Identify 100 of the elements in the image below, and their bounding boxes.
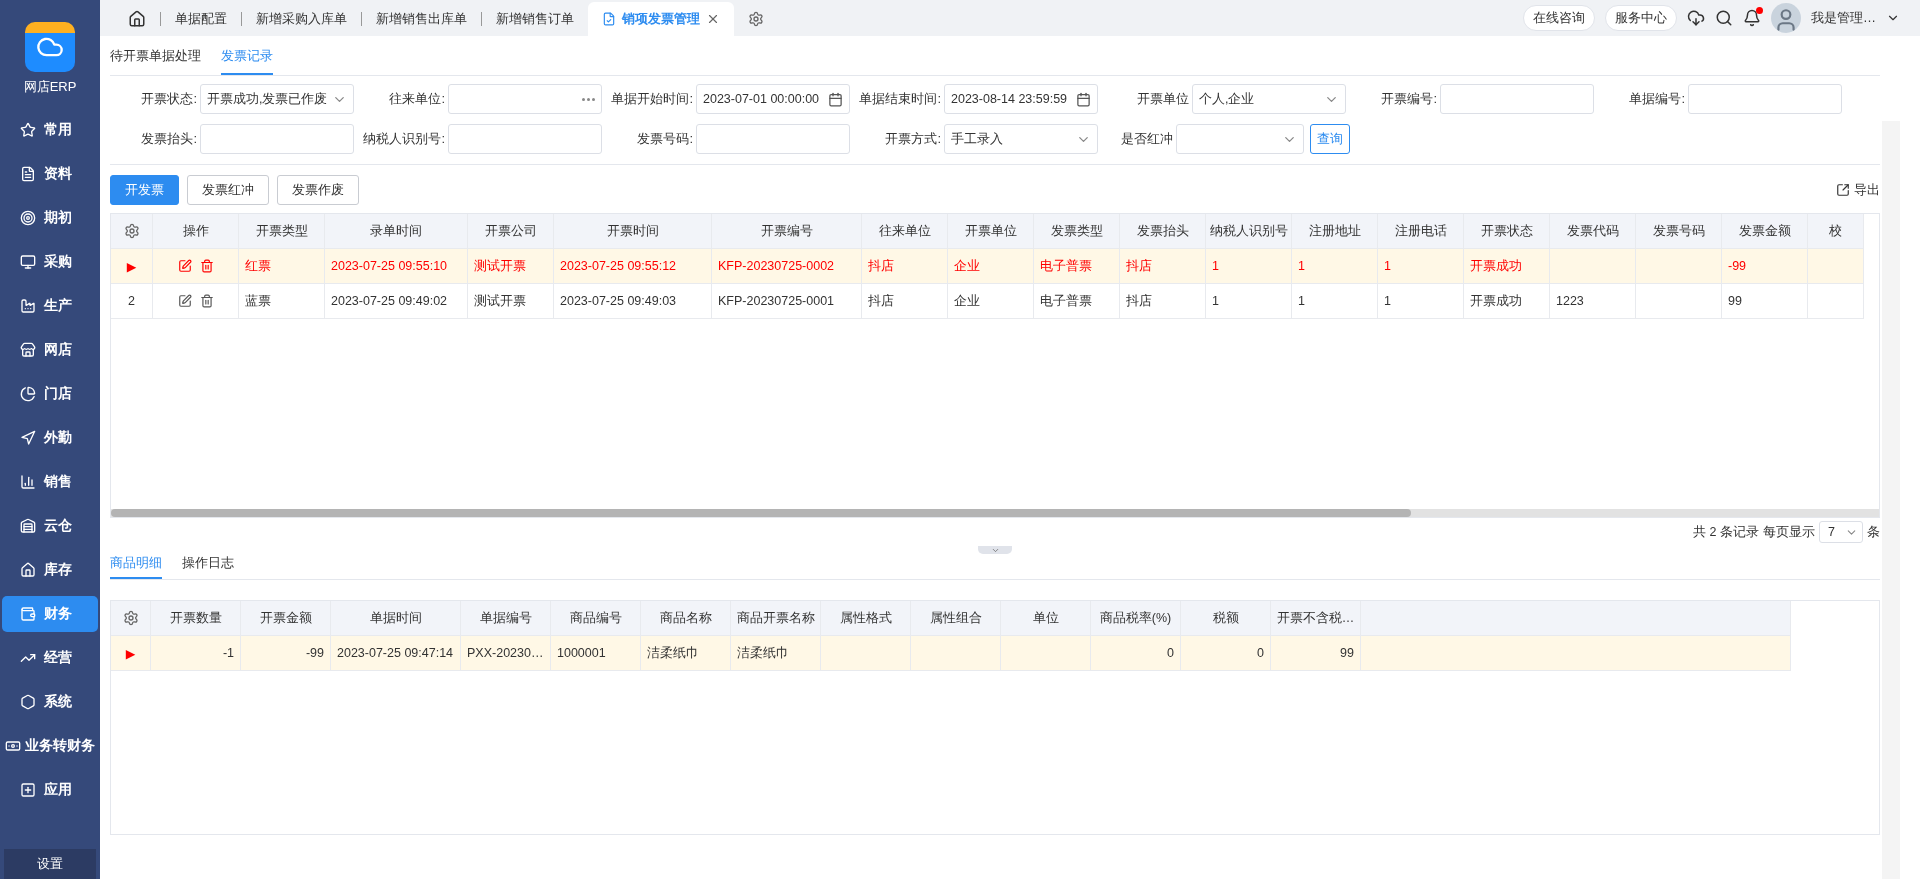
header-cell: 开票单位: [948, 214, 1034, 248]
select-field[interactable]: 个人,企业: [1192, 84, 1346, 114]
query-button[interactable]: 查询: [1309, 124, 1350, 154]
edit-icon[interactable]: [177, 259, 192, 273]
hexagon-icon: [20, 694, 36, 710]
filter-label: 往来单位:: [388, 90, 446, 108]
input-field[interactable]: [200, 124, 354, 154]
header-cell: 发票代码: [1550, 214, 1636, 248]
edit-icon[interactable]: [177, 294, 192, 308]
sub-tab[interactable]: 待开票单据处理: [110, 47, 201, 75]
sidebar-item[interactable]: 常用: [2, 112, 98, 148]
sidebar-item[interactable]: 网店: [2, 332, 98, 368]
search-icon[interactable]: [1715, 9, 1733, 27]
table-cell: KFP-20230725-0001: [712, 284, 862, 318]
header-cell: 发票金额: [1722, 214, 1808, 248]
sidebar-item[interactable]: 采购: [2, 244, 98, 280]
ellipsis-icon: [582, 97, 595, 101]
user-name[interactable]: 我是管理…: [1811, 9, 1876, 27]
sidebar-item[interactable]: 系统: [2, 684, 98, 720]
table-cell: 洁柔纸巾: [641, 636, 731, 670]
table-row[interactable]: ▶ 红票 2023-07-25 09:55:10 测试开票 2023-07-25 09:55:12 KFP-20230725-0002 抖店 企业 电子普票 抖店 1 1 1 开票成功 -99: [111, 249, 1864, 284]
page-tab[interactable]: 新增销售出库单: [362, 2, 481, 36]
input-field[interactable]: [1688, 84, 1842, 114]
page-tab[interactable]: 单据配置: [161, 2, 241, 36]
sidebar-item[interactable]: 库存: [2, 552, 98, 588]
sidebar-item[interactable]: 业务转财务: [2, 728, 98, 764]
header-cell: 纳税人识别号: [1206, 214, 1292, 248]
notification-icon[interactable]: [1743, 9, 1761, 27]
sidebar-item[interactable]: 生产: [2, 288, 98, 324]
header-cell: 属性格式: [821, 601, 911, 635]
select-field[interactable]: [1175, 124, 1304, 154]
action-button[interactable]: 发票作废: [277, 175, 359, 205]
page-size-select[interactable]: 7: [1819, 521, 1863, 543]
input-field[interactable]: [696, 124, 850, 154]
delete-icon[interactable]: [199, 294, 214, 308]
sidebar-item[interactable]: 期初: [2, 200, 98, 236]
table-cell: 测试开票: [468, 249, 554, 283]
input-field[interactable]: [448, 124, 602, 154]
table-cell: 抖店: [862, 249, 948, 283]
input-field[interactable]: [448, 84, 602, 114]
header-cell: 开票金额: [241, 601, 331, 635]
header-cell: 商品名称: [641, 601, 731, 635]
home-icon[interactable]: [128, 10, 146, 28]
table-row[interactable]: ▶ -1 -99 2023-07-25 09:47:14 PXX-20230… 1000001 洁柔纸巾 洁柔纸巾 0 0 99: [111, 636, 1791, 671]
sidebar-item[interactable]: 应用: [2, 772, 98, 808]
export-button[interactable]: 导出: [1836, 181, 1880, 199]
date-field[interactable]: 2023-08-14 23:59:59: [944, 84, 1098, 114]
settings-button[interactable]: 设置: [4, 849, 96, 879]
header-cell: 开票状态: [1464, 214, 1550, 248]
sidebar-item[interactable]: 经营: [2, 640, 98, 676]
detail-tab[interactable]: 操作日志: [182, 554, 234, 579]
detail-tab[interactable]: 商品明细: [110, 554, 162, 579]
table-row[interactable]: 2 蓝票 2023-07-25 09:49:02 测试开票 2023-07-25 09:49:03 KFP-20230725-0001 抖店 企业 电子普票 抖店 1 1 1 开票成功 1223 99: [111, 284, 1864, 319]
document-icon: [602, 12, 616, 26]
table-cell: -99: [241, 636, 331, 670]
table-cell: 开票成功: [1464, 284, 1550, 318]
table-cell: 2: [111, 284, 153, 318]
warehouse-icon: [20, 518, 36, 534]
factory-icon: [20, 298, 36, 314]
sidebar-item[interactable]: 外勤: [2, 420, 98, 456]
table-cell: 蓝票: [239, 284, 325, 318]
settings-icon[interactable]: [123, 223, 140, 239]
close-icon[interactable]: [706, 12, 720, 26]
table-cell: 2023-07-25 09:47:14: [331, 636, 461, 670]
table-cell: 1000001: [551, 636, 641, 670]
sidebar-item[interactable]: 云仓: [2, 508, 98, 544]
table-cell: 企业: [948, 284, 1034, 318]
page-tab[interactable]: 新增采购入库单: [242, 2, 361, 36]
select-field[interactable]: 手工录入: [944, 124, 1098, 154]
input-field[interactable]: [1440, 84, 1594, 114]
header-button[interactable]: 服务中心: [1605, 5, 1677, 31]
banknote-icon: [5, 738, 21, 754]
download-icon[interactable]: [1687, 9, 1705, 27]
document-icon: [20, 166, 36, 182]
sidebar-item[interactable]: 销售: [2, 464, 98, 500]
action-button[interactable]: 发票红冲: [187, 175, 269, 205]
select-field[interactable]: 开票成功,发票已作废: [200, 84, 354, 114]
settings-icon[interactable]: [122, 610, 139, 626]
sub-tab[interactable]: 发票记录: [221, 47, 273, 75]
table-cell: 抖店: [862, 284, 948, 318]
filter-label: 开票编号:: [1380, 90, 1438, 108]
sidebar-item[interactable]: 门店: [2, 376, 98, 412]
table-cell: 洁柔纸巾: [731, 636, 821, 670]
table-cell: 1: [1206, 249, 1292, 283]
collapse-handle[interactable]: [978, 546, 1012, 554]
header-cell: 校: [1808, 214, 1864, 248]
filter-label: 单据结束时间:: [858, 90, 942, 108]
calendar-icon: [1076, 91, 1091, 107]
date-field[interactable]: 2023-07-01 00:00:00: [696, 84, 850, 114]
table-cell: 0: [1181, 636, 1271, 670]
header-button[interactable]: 在线咨询: [1523, 5, 1595, 31]
header-cell: 往来单位: [862, 214, 948, 248]
plus-square-icon: [20, 782, 36, 798]
header-cell: 商品编号: [551, 601, 641, 635]
page-tab[interactable]: 新增销售订单: [482, 2, 588, 36]
header-cell: 发票抬头: [1120, 214, 1206, 248]
sidebar-item[interactable]: 资料: [2, 156, 98, 192]
delete-icon[interactable]: [199, 259, 214, 273]
settings-icon[interactable]: [748, 11, 764, 27]
table-cell: 2023-07-25 09:49:03: [554, 284, 712, 318]
